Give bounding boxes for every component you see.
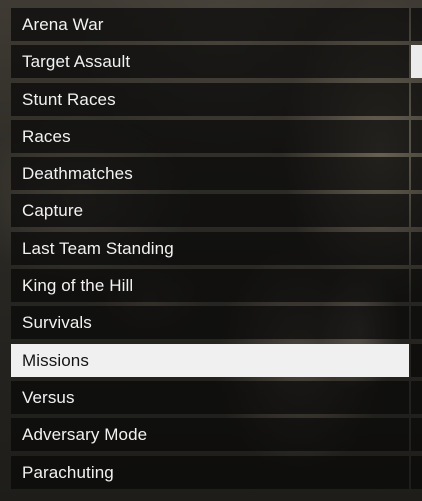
menu-item-races[interactable]: Races [11,119,409,153]
adjacent-cell [411,82,422,116]
adjacent-cell [411,269,422,303]
job-type-menu: Arena War Target Assault Stunt Races Rac… [11,8,409,493]
menu-item-parachuting[interactable]: Parachuting [11,455,409,489]
menu-item-capture[interactable]: Capture [11,194,409,228]
adjacent-cell [411,306,422,340]
adjacent-cell [411,157,422,191]
adjacent-cell [411,119,422,153]
adjacent-cell [411,418,422,452]
adjacent-cell [411,231,422,265]
menu-item-target-assault[interactable]: Target Assault [11,45,409,79]
menu-item-last-team-standing[interactable]: Last Team Standing [11,231,409,265]
menu-item-deathmatches[interactable]: Deathmatches [11,157,409,191]
adjacent-cell [411,8,422,41]
adjacent-cell-highlighted[interactable] [411,45,422,79]
menu-item-versus[interactable]: Versus [11,380,409,414]
adjacent-cell [411,380,422,414]
menu-item-adversary-mode[interactable]: Adversary Mode [11,418,409,452]
adjacent-cell [411,343,422,377]
menu-item-missions[interactable]: Missions [11,343,409,377]
adjacent-cell [411,455,422,489]
menu-item-stunt-races[interactable]: Stunt Races [11,82,409,116]
menu-item-survivals[interactable]: Survivals [11,306,409,340]
adjacent-list-panel [411,8,422,501]
menu-item-arena-war[interactable]: Arena War [11,8,409,41]
menu-item-king-of-the-hill[interactable]: King of the Hill [11,269,409,303]
adjacent-cell [411,194,422,228]
